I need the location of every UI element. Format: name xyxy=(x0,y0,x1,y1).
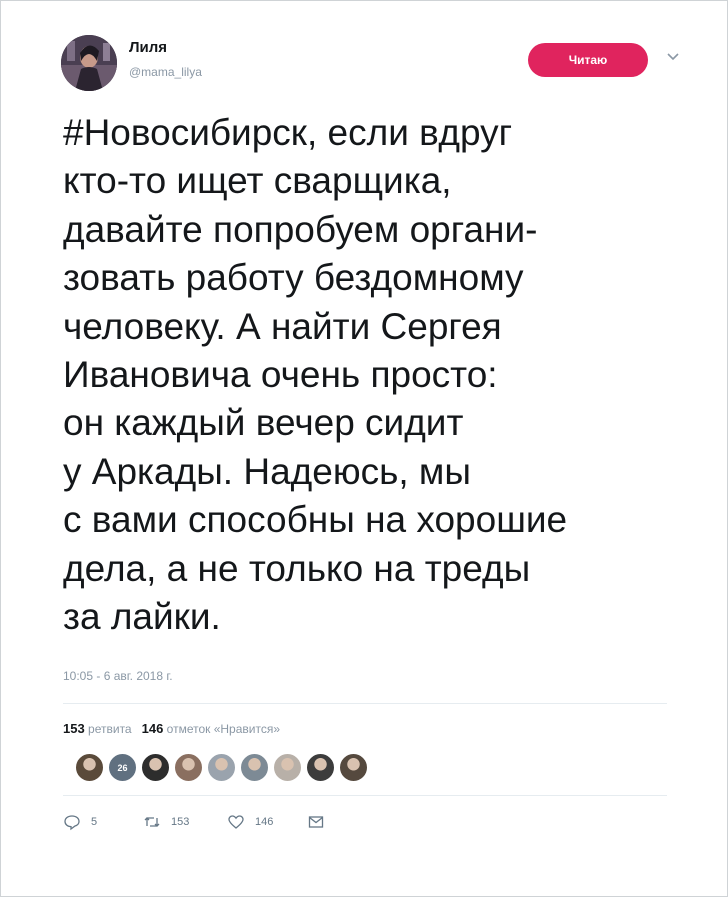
retweet-icon xyxy=(144,817,160,827)
avatar-5[interactable] xyxy=(207,753,236,782)
retweet-button[interactable]: 153 xyxy=(143,813,223,831)
heart-icon xyxy=(228,815,244,829)
avatar-3[interactable] xyxy=(141,753,170,782)
likes-label: отметок «Нравится» xyxy=(166,722,281,736)
likes-count: 146 xyxy=(141,721,164,736)
reply-count: 5 xyxy=(91,816,98,828)
like-button[interactable]: 146 xyxy=(227,813,307,831)
tweet-line: Ивановича очень просто: xyxy=(63,354,498,396)
envelope-icon xyxy=(308,816,324,828)
retweets-label: ретвита xyxy=(88,722,132,736)
chevron-down-icon[interactable] xyxy=(665,49,681,65)
avatar-photo-icon xyxy=(61,35,117,91)
tweet-line: давайте попробуем органи- xyxy=(63,208,538,250)
tweet-line: с вами способны на хорошие xyxy=(63,499,568,541)
tweet-actions: 5 153 146 xyxy=(63,813,325,831)
avatar-2[interactable]: 26 xyxy=(108,753,137,782)
author-name[interactable]: Лиля xyxy=(129,39,167,56)
avatar-8[interactable] xyxy=(306,753,335,782)
tweet-line: #Новосибирск, если вдруг xyxy=(63,112,513,153)
tweet-line: дела, а не только на треды xyxy=(63,547,531,589)
avatar-7[interactable] xyxy=(273,753,302,782)
divider xyxy=(63,703,667,704)
tweet-line: кто-то ищет сварщика, xyxy=(63,160,452,202)
avatar-9[interactable] xyxy=(339,753,368,782)
like-count: 146 xyxy=(255,816,274,828)
divider xyxy=(63,795,667,796)
likes-stat[interactable]: 146 отметок «Нравится» xyxy=(142,721,280,736)
tweet-line: человеку. А найти Сергея xyxy=(63,305,502,347)
tweet-line: за лайки. xyxy=(63,596,221,638)
retweets-count: 153 xyxy=(63,721,85,736)
tweet-timestamp[interactable]: 10:05 - 6 авг. 2018 г. xyxy=(63,669,173,683)
avatar-4[interactable] xyxy=(174,753,203,782)
following-button[interactable]: Читаю xyxy=(528,43,648,77)
reply-icon xyxy=(64,815,80,831)
author-handle[interactable]: @mama_lilya xyxy=(129,65,202,79)
avatar-1[interactable] xyxy=(75,753,104,782)
tweet-card: Лиля @mama_lilya Читаю #Новосибирск, есл… xyxy=(0,0,728,897)
direct-message-button[interactable] xyxy=(307,813,325,831)
tweet-line: зовать работу бездомному xyxy=(63,257,524,299)
likers-avatars: 26 xyxy=(75,753,368,782)
author-avatar[interactable] xyxy=(61,35,117,91)
avatar-6[interactable] xyxy=(240,753,269,782)
tweet-stats: 153 ретвита 146 отметок «Нравится» xyxy=(63,721,280,736)
reply-button[interactable]: 5 xyxy=(63,813,137,831)
tweet-line: у Аркады. Надеюсь, мы xyxy=(63,450,471,492)
tweet-text: #Новосибирск, если вдруг кто-то ищет сва… xyxy=(63,109,703,641)
tweet-line: он каждый вечер сидит xyxy=(63,402,464,444)
retweets-stat[interactable]: 153 ретвита xyxy=(63,721,132,736)
retweet-count: 153 xyxy=(171,816,190,828)
